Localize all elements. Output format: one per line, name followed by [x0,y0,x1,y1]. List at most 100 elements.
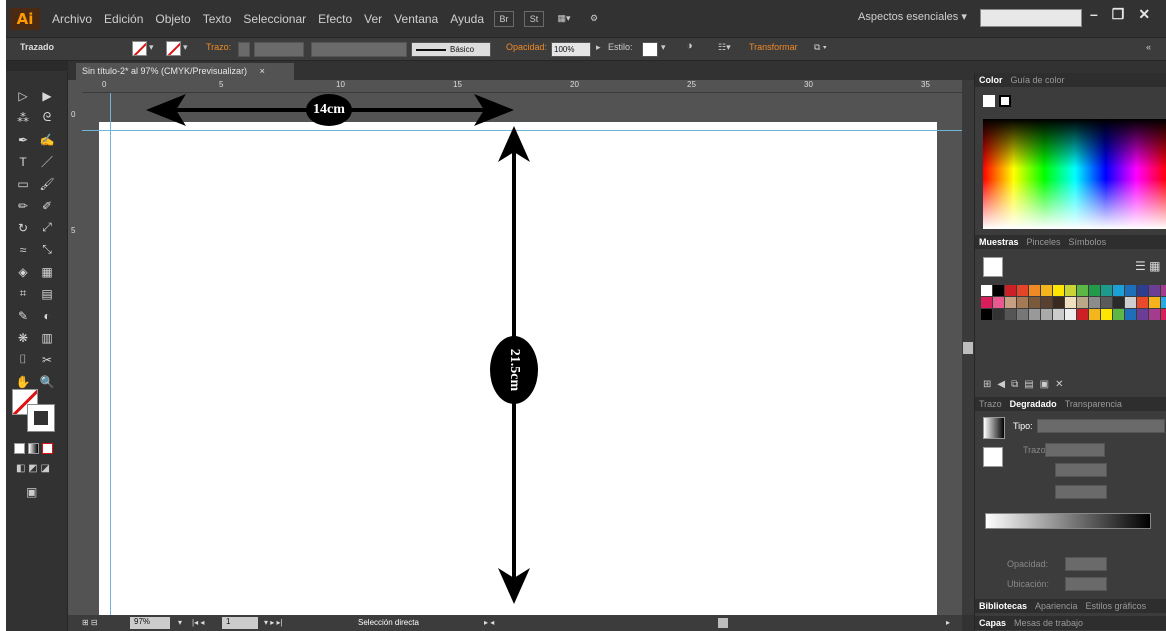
tab-transparency[interactable]: Transparencia [1065,399,1122,409]
swatch[interactable] [1113,309,1124,320]
blend-icon[interactable]: ◐ [38,307,56,324]
swatch[interactable] [1125,285,1136,296]
swatch[interactable] [1041,309,1052,320]
swatch[interactable] [981,297,992,308]
magic-wand-icon[interactable]: ⁂ [14,109,32,126]
tab-stroke[interactable]: Trazo [979,399,1002,409]
swatch[interactable] [1005,309,1016,320]
swatch[interactable] [993,297,1004,308]
vertical-scrollbar[interactable] [962,80,974,615]
swatch[interactable] [1005,285,1016,296]
hand-icon[interactable]: ✋ [14,373,32,390]
zoom-icon[interactable]: 🔍 [38,373,56,390]
tab-color[interactable]: Color [979,75,1003,85]
artboard-number-field[interactable]: 1 [222,617,258,629]
swatch[interactable] [993,285,1004,296]
gradient-mode-icon[interactable] [28,443,39,454]
swatch[interactable] [1065,285,1076,296]
swatch[interactable] [981,309,992,320]
zoom-dropdown-icon[interactable]: ▾ [178,618,182,627]
shape-builder-icon[interactable]: ◈ [14,263,32,280]
swatch[interactable] [1077,309,1088,320]
gradient-preview[interactable] [983,417,1005,439]
swatch[interactable] [1149,297,1160,308]
tab-artboards[interactable]: Mesas de trabajo [1014,618,1083,628]
tab-layers[interactable]: Capas [979,618,1006,628]
rectangle-icon[interactable]: ▭ [14,175,32,192]
swatch-tools-icon[interactable]: ⊞◀⧉▤▣✕ [983,379,1070,390]
swatch[interactable] [1005,297,1016,308]
swatch[interactable] [1029,297,1040,308]
artboard-nav-icon[interactable]: ⊞ ⊟ [82,618,98,627]
swatch[interactable] [1137,297,1148,308]
screen-mode-icon[interactable]: ▣ [26,485,37,499]
gradient-opacity-field[interactable] [1065,557,1107,571]
column-graph-icon[interactable]: ▥ [38,329,56,346]
swatch[interactable] [1089,309,1100,320]
swatch[interactable] [1101,309,1112,320]
swatch[interactable] [1113,297,1124,308]
swatch[interactable] [1029,309,1040,320]
direct-selection-icon[interactable]: ▶ [38,87,56,104]
color-stroke-icon[interactable] [999,95,1011,107]
swatch[interactable] [1149,309,1160,320]
status-arrows-icon[interactable]: ▸ ◂ [484,618,494,627]
swatch[interactable] [1125,297,1136,308]
swatch[interactable] [1053,297,1064,308]
gradient-stroke-buttons[interactable] [1045,443,1105,457]
swatch[interactable] [1161,285,1166,296]
swatch[interactable] [1161,309,1166,320]
swatch[interactable] [1101,297,1112,308]
slice-icon[interactable]: ✂ [38,351,56,368]
swatch[interactable] [1077,285,1088,296]
tab-gradient[interactable]: Degradado [1010,399,1057,409]
scroll-right-icon[interactable]: ▸ [946,618,950,627]
swatch[interactable] [993,309,1004,320]
pen-icon[interactable]: ✒ [14,131,32,148]
horizontal-scroll-thumb[interactable] [718,618,728,628]
prev-artboard-icon[interactable]: |◂ ◂ [192,618,204,627]
swatch[interactable] [1161,297,1166,308]
stroke-icon[interactable] [28,405,54,431]
swatch[interactable] [981,285,992,296]
width-icon[interactable]: ≈ [14,241,32,258]
swatch[interactable] [1149,285,1160,296]
line-segment-icon[interactable]: ／ [38,153,56,170]
perspective-grid-icon[interactable]: ▦ [38,263,56,280]
next-artboard-icon[interactable]: ▾ ▸ ▸| [264,618,283,627]
gradient-fill-stroke-icon[interactable] [983,447,1003,467]
draw-mode-icon[interactable]: ◧ ◩ ◪ [16,463,50,474]
tab-color-guide[interactable]: Guía de color [1011,75,1065,85]
swatch[interactable] [1077,297,1088,308]
scale-icon[interactable]: ⤢ [38,219,56,236]
eyedropper-icon[interactable]: ✎ [14,307,32,324]
curvature-icon[interactable]: ✍ [38,131,56,148]
swatch[interactable] [1125,309,1136,320]
swatch[interactable] [1089,285,1100,296]
symbol-sprayer-icon[interactable]: ❋ [14,329,32,346]
gradient-slider[interactable] [985,513,1151,529]
swatch[interactable] [1089,297,1100,308]
swatch[interactable] [1113,285,1124,296]
tab-swatches[interactable]: Muestras [979,237,1019,247]
gradient-type-select[interactable] [1037,419,1165,433]
swatch[interactable] [1137,285,1148,296]
swatch-fill-stroke-icon[interactable] [983,257,1003,277]
swatch[interactable] [1017,297,1028,308]
zoom-field[interactable]: 97% [130,617,170,629]
shaper-icon[interactable]: ✐ [38,197,56,214]
none-mode-icon[interactable] [42,443,53,454]
color-mode-icon[interactable] [14,443,25,454]
tab-appearance[interactable]: Apariencia [1035,601,1078,611]
swatch[interactable] [1137,309,1148,320]
swatch[interactable] [1041,297,1052,308]
lasso-icon[interactable]: ᘓ [38,109,56,126]
gradient-location-field[interactable] [1065,577,1107,591]
free-transform-icon[interactable]: ⤡ [38,241,56,258]
gradient-aspect-field[interactable] [1055,485,1107,499]
tab-brushes[interactable]: Pinceles [1027,237,1061,247]
swatch[interactable] [1101,285,1112,296]
swatch[interactable] [1053,285,1064,296]
artboard-icon[interactable]: ⌷ [14,351,32,368]
type-icon[interactable]: T [14,153,32,170]
